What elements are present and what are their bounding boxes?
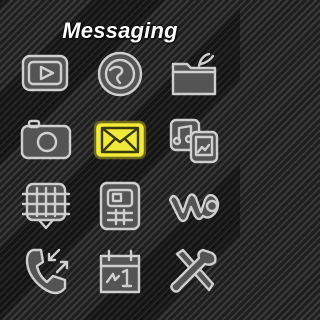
main-menu-grid [17,48,223,310]
calendar-icon [99,249,141,294]
folder-icon [171,52,217,96]
play-icon [21,54,69,92]
calculator-icon [99,181,141,231]
menu-item-camera[interactable] [17,114,75,166]
walkman-icon [168,193,220,223]
envelope-icon [93,120,147,160]
menu-item-messaging[interactable] [91,114,149,166]
music-photo-icon [169,118,219,164]
menu-item-contacts[interactable] [17,180,75,232]
menu-item-call-log[interactable] [17,246,75,298]
tools-icon [170,248,217,293]
menu-item-media[interactable] [17,48,75,100]
menu-item-settings[interactable] [165,246,223,298]
menu-item-file-manager[interactable] [165,48,223,100]
globe-icon [97,51,143,97]
menu-item-walkman[interactable] [165,180,223,232]
page-title: Messaging [62,18,178,43]
call-log-icon [25,248,69,295]
menu-item-organizer[interactable] [91,180,149,232]
menu-item-calendar[interactable] [91,246,149,298]
menu-item-internet[interactable] [91,48,149,100]
menu-item-media-player[interactable] [165,114,223,166]
phonebook-icon [21,182,71,230]
camera-icon [20,119,72,160]
